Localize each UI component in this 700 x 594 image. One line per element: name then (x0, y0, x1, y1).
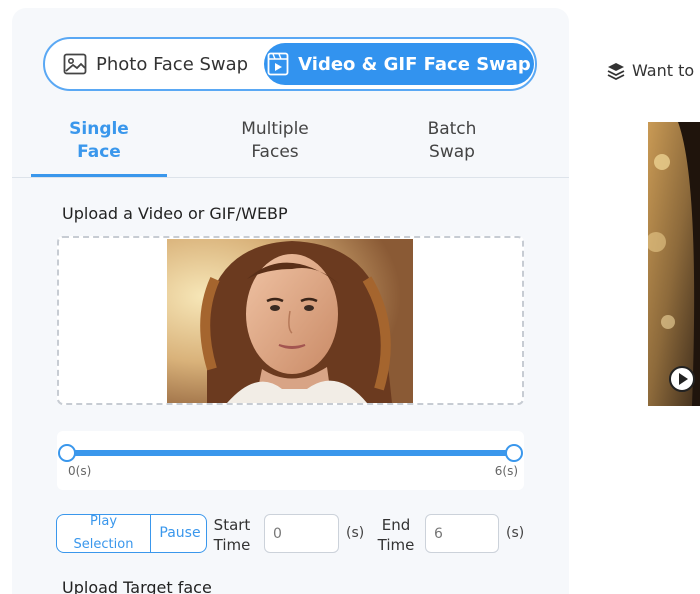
video-gif-face-swap-label: Video & GIF Face Swap (298, 53, 531, 75)
playback-controls: Play Selection Pause (56, 514, 207, 553)
start-time-input[interactable] (264, 514, 339, 553)
photo-face-swap-label: Photo Face Swap (96, 53, 249, 75)
mode-toggle: Photo Face Swap Video & GIF Face Swap (43, 37, 537, 91)
layers-icon (607, 62, 625, 80)
want-to-link[interactable]: Want to (607, 61, 694, 80)
video-gif-face-swap-button[interactable]: Video & GIF Face Swap (264, 43, 534, 85)
trim-start-handle[interactable] (58, 444, 76, 462)
upload-video-label: Upload a Video or GIF/WEBP (62, 204, 288, 223)
example-video-thumbnail[interactable] (648, 122, 700, 406)
tab-label-line1: Single (69, 119, 129, 139)
trim-slider-selected-range (67, 450, 514, 456)
tab-label-line1: Batch (427, 119, 477, 139)
upload-target-face-label: Upload Target face (62, 578, 212, 594)
trim-slider: 0(s) 6(s) (57, 431, 524, 490)
tab-label-line2: Face (77, 142, 121, 162)
end-time-label-line1: End (381, 516, 411, 534)
image-icon (63, 53, 87, 75)
tab-label-line2: Faces (251, 142, 299, 162)
uploaded-video-preview (167, 239, 413, 403)
start-time-label-line2: Time (213, 536, 251, 554)
end-time-unit: (s) (506, 525, 525, 541)
end-time-label: End Time (376, 515, 416, 555)
end-time-input[interactable] (425, 514, 499, 553)
play-selection-line2: Selection (73, 537, 134, 552)
tab-batch-swap[interactable]: Batch Swap (384, 118, 520, 164)
trim-end-handle[interactable] (505, 444, 523, 462)
start-time-label: Start Time (212, 515, 252, 555)
active-tab-indicator (31, 174, 167, 177)
video-frame-icon (267, 52, 289, 76)
trim-end-label: 6(s) (494, 464, 518, 478)
face-mode-tabs: Single Face Multiple Faces Batch Swap (12, 112, 569, 178)
pause-button[interactable]: Pause (152, 515, 206, 552)
trim-start-label: 0(s) (68, 464, 92, 478)
play-circle-icon[interactable] (669, 366, 695, 392)
tab-label-line2: Swap (429, 142, 475, 162)
end-time-label-line2: Time (377, 536, 415, 554)
start-time-unit: (s) (346, 525, 365, 541)
want-to-text: Want to (632, 61, 695, 80)
tab-single-face[interactable]: Single Face (31, 118, 167, 164)
tab-multiple-faces[interactable]: Multiple Faces (207, 118, 343, 164)
tab-label-line1: Multiple (241, 119, 309, 139)
play-selection-button[interactable]: Play Selection (57, 515, 151, 552)
start-time-label-line1: Start (213, 516, 251, 534)
photo-face-swap-button[interactable]: Photo Face Swap (63, 43, 263, 85)
